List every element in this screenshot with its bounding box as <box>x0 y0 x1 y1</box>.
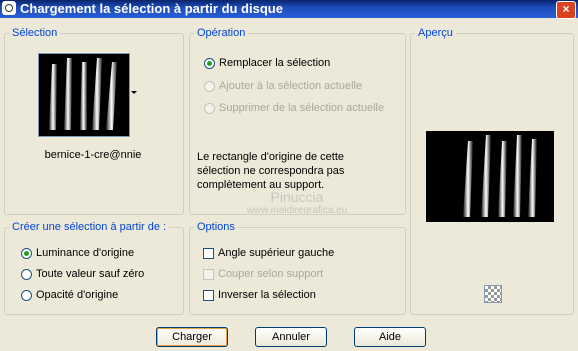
checkbox-label: Inverser la sélection <box>218 289 316 301</box>
radio-label: Opacité d'origine <box>36 289 119 301</box>
cancel-button[interactable]: Annuler <box>255 327 327 347</box>
checkbox-label: Couper selon support <box>218 268 324 280</box>
file-name-label: bernice-1-cre@nnie <box>44 149 142 161</box>
radio-indicator[interactable] <box>21 247 32 259</box>
window-title: Chargement la sélection à partir du disq… <box>20 1 283 16</box>
radio-indicator[interactable] <box>204 80 215 92</box>
radio-label: Remplacer la sélection <box>219 57 331 69</box>
chevron-down-icon[interactable] <box>131 91 137 94</box>
selection-group-title: Sélection <box>9 27 61 39</box>
radio-label: Luminance d'origine <box>36 247 135 259</box>
load-button[interactable]: Charger <box>156 327 228 347</box>
checkbox-label: Angle supérieur gauche <box>218 247 335 259</box>
radio-original-opacity[interactable]: Opacité d'origine <box>21 289 118 301</box>
radio-label: Ajouter à la sélection actuelle <box>219 80 363 92</box>
radio-replace-selection[interactable]: Remplacer la sélection <box>204 57 330 69</box>
operation-group-title: Opération <box>194 27 249 39</box>
radio-label: Toute valeur sauf zéro <box>36 268 145 280</box>
watermark-url: www.maidiregrafica.eu <box>246 205 348 216</box>
checkbox-top-left-corner[interactable]: Angle supérieur gauche <box>203 247 334 259</box>
preview-image-content <box>463 135 537 217</box>
watermark-name: Pinuccia <box>270 189 324 205</box>
checkbox-invert-selection[interactable]: Inverser la sélection <box>203 289 316 301</box>
preview-image <box>426 131 554 222</box>
checkbox-indicator[interactable] <box>203 247 214 259</box>
radio-add-to-selection[interactable]: Ajouter à la sélection actuelle <box>204 80 362 92</box>
checkerboard-icon[interactable] <box>484 285 502 303</box>
selection-file-name: bernice-1-cre@nnie <box>4 149 182 161</box>
checkbox-indicator[interactable] <box>203 289 214 301</box>
help-button[interactable]: Aide <box>354 327 426 347</box>
radio-original-luminance[interactable]: Luminance d'origine <box>21 247 134 259</box>
radio-indicator[interactable] <box>21 289 32 301</box>
checkbox-crop-to-canvas[interactable]: Couper selon support <box>203 268 323 280</box>
radio-remove-from-selection[interactable]: Supprimer de la sélection actuelle <box>204 102 384 114</box>
radio-label: Supprimer de la sélection actuelle <box>219 102 385 114</box>
watermark: Pinuccia www.maidiregrafica.eu <box>232 190 362 218</box>
app-icon <box>2 1 16 15</box>
radio-indicator[interactable] <box>204 102 215 114</box>
options-group-title: Options <box>194 221 238 233</box>
operation-note: Le rectangle d'origine de cette sélectio… <box>197 151 345 191</box>
create-from-group-title: Créer une sélection à partir de : <box>9 221 170 233</box>
radio-indicator[interactable] <box>21 268 32 280</box>
selection-thumbnail[interactable] <box>38 53 130 137</box>
preview-group-title: Aperçu <box>415 27 456 39</box>
close-button[interactable]: × <box>556 1 576 19</box>
selection-thumbnail-image <box>49 58 117 130</box>
radio-indicator[interactable] <box>204 57 215 69</box>
checkbox-indicator[interactable] <box>203 268 214 280</box>
radio-any-nonzero[interactable]: Toute valeur sauf zéro <box>21 268 144 280</box>
title-bar: Chargement la sélection à partir du disq… <box>0 0 578 19</box>
